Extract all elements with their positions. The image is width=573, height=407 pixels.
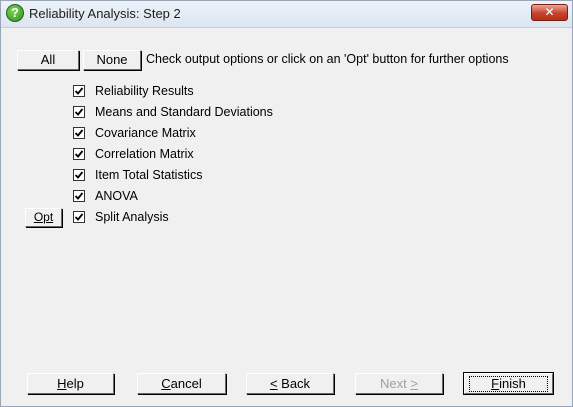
checkmark-icon: [74, 171, 84, 179]
finish-button[interactable]: Finish: [464, 373, 553, 394]
correlation-matrix-checkbox[interactable]: [73, 148, 85, 160]
instruction-text: Check output options or click on an 'Opt…: [146, 52, 509, 66]
checkmark-icon: [74, 108, 84, 116]
none-button[interactable]: None: [83, 50, 141, 70]
back-mnemonic: <: [269, 376, 278, 391]
title-bar: ? Reliability Analysis: Step 2 ✕: [1, 1, 572, 28]
option-split-analysis[interactable]: Split Analysis: [73, 208, 169, 226]
cancel-button[interactable]: Cancel: [137, 373, 226, 394]
close-button[interactable]: ✕: [531, 4, 568, 21]
next-button[interactable]: Next >: [355, 373, 443, 394]
option-reliability-results[interactable]: Reliability Results: [73, 82, 194, 100]
option-label: Split Analysis: [95, 210, 169, 224]
checkmark-icon: [74, 129, 84, 137]
back-button[interactable]: < Back: [246, 373, 334, 394]
none-button-label: None: [96, 52, 128, 67]
window-title: Reliability Analysis: Step 2: [29, 6, 181, 21]
option-means-std-dev[interactable]: Means and Standard Deviations: [73, 103, 273, 121]
item-total-statistics-checkbox[interactable]: [73, 169, 85, 181]
finish-mnemonic: F: [491, 376, 500, 391]
split-analysis-checkbox[interactable]: [73, 211, 85, 223]
dialog-window: ? Reliability Analysis: Step 2 ✕ All Non…: [0, 0, 573, 407]
option-anova[interactable]: ANOVA: [73, 187, 138, 205]
close-icon: ✕: [544, 5, 555, 19]
all-button[interactable]: All: [17, 50, 79, 70]
checkmark-icon: [74, 150, 84, 158]
checkmark-icon: [74, 87, 84, 95]
checkmark-icon: [74, 192, 84, 200]
option-correlation-matrix[interactable]: Correlation Matrix: [73, 145, 194, 163]
question-icon: ?: [6, 4, 24, 22]
means-std-dev-checkbox[interactable]: [73, 106, 85, 118]
checkmark-icon: [74, 213, 84, 221]
cancel-mnemonic: C: [161, 376, 171, 391]
help-button[interactable]: Help: [27, 373, 114, 394]
option-item-total-statistics[interactable]: Item Total Statistics: [73, 166, 202, 184]
option-label: Correlation Matrix: [95, 147, 194, 161]
all-button-label: All: [40, 52, 56, 67]
split-analysis-opt-button[interactable]: Opt: [25, 208, 62, 227]
anova-checkbox[interactable]: [73, 190, 85, 202]
opt-button-label: Opt: [33, 210, 54, 224]
help-mnemonic: H: [57, 376, 67, 391]
reliability-results-checkbox[interactable]: [73, 85, 85, 97]
next-mnemonic: >: [410, 376, 418, 391]
option-label: ANOVA: [95, 189, 138, 203]
option-label: Reliability Results: [95, 84, 194, 98]
option-covariance-matrix[interactable]: Covariance Matrix: [73, 124, 196, 142]
option-label: Covariance Matrix: [95, 126, 196, 140]
option-label: Item Total Statistics: [95, 168, 203, 182]
covariance-matrix-checkbox[interactable]: [73, 127, 85, 139]
option-label: Means and Standard Deviations: [95, 105, 273, 119]
finish-focus-ring: Finish: [469, 376, 548, 392]
